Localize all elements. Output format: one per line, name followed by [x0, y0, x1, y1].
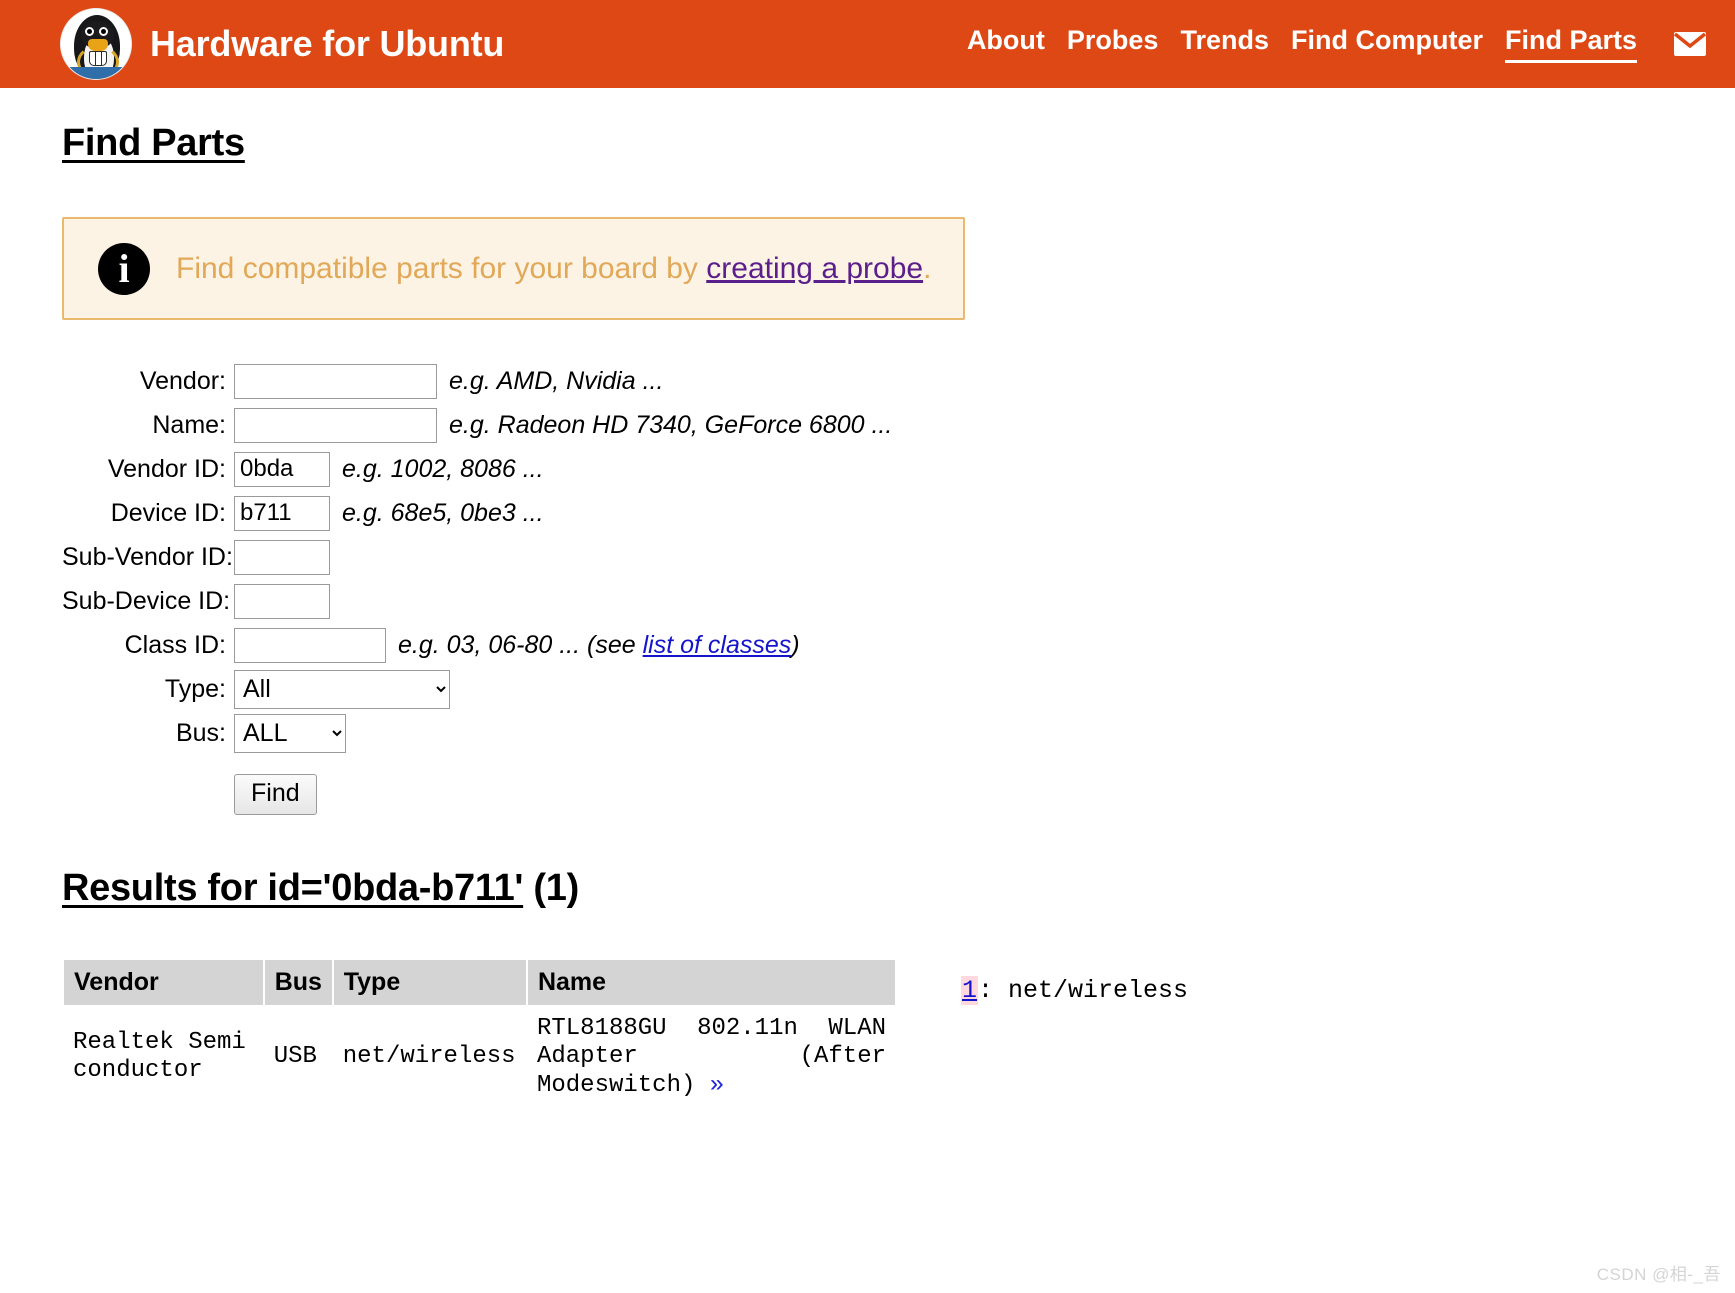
results-legend: 1: net/wireless [961, 958, 1188, 1005]
form-row-device-id: Device ID: e.g. 68e5, 0be3 ... [62, 494, 1735, 532]
penguin-logo-icon [60, 8, 132, 80]
vendor-label: Vendor: [139, 366, 226, 395]
find-parts-form: Vendor: e.g. AMD, Nvidia ... Name: e.g. … [62, 362, 1735, 815]
brand-home-link[interactable]: Hardware for Ubuntu [60, 8, 504, 80]
find-button[interactable]: Find [234, 774, 317, 815]
class-id-hint-after: ) [791, 630, 800, 659]
notice-text-before: Find compatible parts for your board by [176, 251, 707, 285]
bus-label: Bus: [175, 718, 226, 747]
site-header: Hardware for Ubuntu About Probes Trends … [0, 0, 1735, 88]
vendor-input[interactable] [234, 363, 437, 399]
sub-device-id-label: Sub-Device ID: [62, 586, 231, 615]
page-title: Find Parts [62, 122, 245, 164]
results-area: Vendor Bus Type Name Realtek Semiconduct… [62, 958, 1735, 1108]
vendor-hint: e.g. AMD, Nvidia ... [449, 366, 664, 395]
main-nav: About Probes Trends Find Computer Find P… [967, 25, 1707, 63]
info-notice: i Find compatible parts for your board b… [62, 217, 965, 320]
column-header-type[interactable]: Type [331, 958, 528, 1007]
watermark: CSDN @相-_吾 [1596, 1265, 1721, 1284]
device-id-label: Device ID: [110, 498, 226, 527]
name-hint: e.g. Radeon HD 7340, GeForce 6800 ... [449, 410, 893, 439]
form-row-bus: Bus: ALL [62, 713, 1735, 753]
results-title-count: (1) [523, 867, 579, 909]
vendor-id-label: Vendor ID: [107, 454, 226, 483]
form-row-type: Type: All [62, 669, 1735, 709]
legend-value-1: net/wireless [1008, 976, 1189, 1005]
form-row-sub-device-id: Sub-Device ID: [62, 582, 1735, 620]
nav-item-trends[interactable]: Trends [1180, 25, 1269, 63]
legend-key-1[interactable]: 1 [961, 976, 979, 1005]
info-circle-icon: i [98, 242, 150, 295]
results-title: Results for id='0bda-b711' (1) [62, 867, 1735, 910]
name-input[interactable] [234, 407, 437, 443]
table-header-row: Vendor Bus Type Name [62, 958, 898, 1007]
name-label: Name: [152, 410, 226, 439]
create-probe-link[interactable]: creating a probe [706, 252, 923, 285]
cell-vendor: Realtek Semiconductor [73, 1029, 246, 1085]
form-row-name: Name: e.g. Radeon HD 7340, GeForce 6800 … [62, 406, 1735, 444]
form-row-vendor: Vendor: e.g. AMD, Nvidia ... [62, 362, 1735, 400]
cell-bus: USB [273, 1043, 317, 1071]
column-header-vendor[interactable]: Vendor [62, 958, 265, 1007]
nav-item-find-parts[interactable]: Find Parts [1504, 25, 1637, 63]
cell-type: net/wireless [342, 1043, 516, 1071]
info-notice-text: Find compatible parts for your board by … [176, 252, 931, 286]
class-id-input[interactable] [234, 627, 386, 663]
table-row: Realtek Semiconductor USB net/wireless R… [63, 1006, 896, 1108]
type-label: Type: [164, 674, 226, 703]
brand-title: Hardware for Ubuntu [150, 23, 505, 64]
vendor-id-hint: e.g. 1002, 8086 ... [342, 454, 544, 483]
bus-select[interactable]: ALL [234, 713, 346, 753]
nav-item-about[interactable]: About [967, 25, 1045, 63]
results-table: Vendor Bus Type Name Realtek Semiconduct… [62, 958, 898, 1108]
envelope-icon[interactable] [1673, 31, 1707, 57]
nav-item-find-computer[interactable]: Find Computer [1291, 25, 1483, 63]
nav-item-probes[interactable]: Probes [1067, 25, 1159, 63]
list-of-classes-link[interactable]: list of classes [643, 631, 792, 659]
form-row-sub-vendor-id: Sub-Vendor ID: [62, 538, 1735, 576]
device-id-hint: e.g. 68e5, 0be3 ... [342, 498, 544, 527]
device-id-input[interactable] [234, 495, 330, 531]
sub-device-id-input[interactable] [234, 583, 330, 619]
sub-vendor-id-input[interactable] [234, 539, 330, 575]
legend-separator: : [978, 976, 1009, 1005]
device-details-chevron-icon[interactable]: » [710, 1072, 724, 1099]
class-id-hint-before: e.g. 03, 06-80 ... (see [398, 630, 643, 659]
page-content: Find Parts i Find compatible parts for y… [0, 88, 1735, 1108]
type-select[interactable]: All [234, 669, 450, 709]
form-row-class-id: Class ID: e.g. 03, 06-80 ... (see list o… [62, 626, 1735, 664]
vendor-id-input[interactable] [234, 451, 330, 487]
column-header-name[interactable]: Name [525, 958, 898, 1007]
class-id-label: Class ID: [124, 630, 226, 659]
results-title-query: Results for id='0bda-b711' [62, 867, 524, 909]
cell-name: RTL8188GU 802.11n WLAN Adapter (After Mo… [527, 1006, 896, 1108]
form-row-vendor-id: Vendor ID: e.g. 1002, 8086 ... [62, 450, 1735, 488]
column-header-bus[interactable]: Bus [262, 958, 334, 1007]
sub-vendor-id-label: Sub-Vendor ID: [62, 542, 233, 571]
notice-text-after: . [923, 251, 932, 285]
class-id-hint: e.g. 03, 06-80 ... (see list of classes) [398, 631, 800, 660]
